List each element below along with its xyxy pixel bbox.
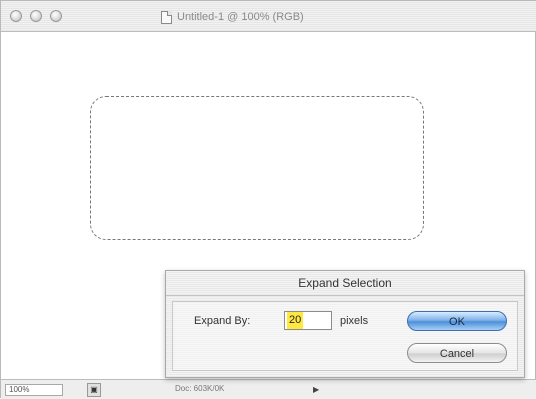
minimize-button[interactable] [30, 10, 42, 22]
doc-info: Doc: 603K/0K [175, 384, 225, 393]
status-button[interactable]: ▣ [87, 383, 101, 397]
expand-by-input[interactable]: 20 [284, 311, 332, 330]
zoom-field[interactable]: 100% [5, 384, 63, 396]
window-title: Untitled-1 @ 100% (RGB) [177, 11, 304, 23]
expand-by-label: Expand By: [194, 315, 251, 327]
title-bar[interactable]: Untitled-1 @ 100% (RGB) [1, 1, 536, 32]
zoom-button[interactable] [50, 10, 62, 22]
expand-by-value[interactable]: 20 [287, 312, 304, 329]
status-bar: 100% ▣ Doc: 603K/0K ▶ [1, 379, 536, 399]
marquee-selection [90, 96, 424, 240]
cancel-button[interactable]: Cancel [407, 343, 507, 363]
pixels-unit-label: pixels [340, 315, 369, 327]
close-button[interactable] [10, 10, 22, 22]
document-icon [161, 10, 172, 24]
status-menu-arrow-icon[interactable]: ▶ [313, 385, 319, 394]
window-title-wrap: Untitled-1 @ 100% (RGB) [161, 9, 304, 25]
ok-button[interactable]: OK [407, 311, 507, 331]
dialog-title: Expand Selection [166, 271, 524, 296]
expand-selection-dialog: Expand Selection Expand By: 20 pixels OK… [165, 270, 525, 378]
